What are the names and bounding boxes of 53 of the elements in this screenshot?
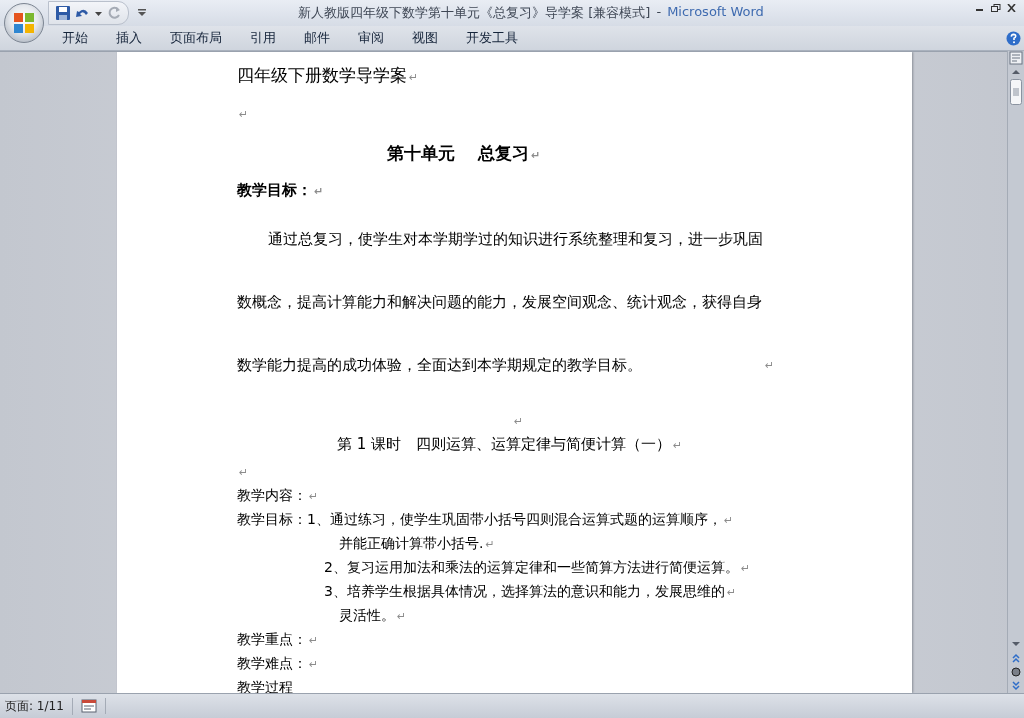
paragraph-mark: ↵ — [309, 490, 319, 503]
scroll-thumb[interactable] — [1010, 79, 1022, 105]
text-line: 2、复习运用加法和乘法的运算定律和一些简算方法进行简便运算。 — [324, 559, 739, 575]
save-icon[interactable] — [55, 5, 71, 21]
restore-icon[interactable] — [991, 4, 1001, 12]
office-button[interactable] — [4, 3, 44, 43]
paragraph-mark: ↵ — [726, 586, 737, 599]
customize-arrow-icon[interactable] — [137, 8, 147, 18]
paragraph-mark: ↵ — [397, 610, 407, 623]
text-line: 教学重点： — [237, 631, 307, 647]
text-line: 并能正确计算带小括号. — [339, 535, 484, 551]
window-title: 新人教版四年级下数学第十单元《总复习》导学案 [兼容模式] — [298, 4, 651, 22]
paragraph-mark: ↵ — [309, 658, 319, 671]
paragraph-mark: ↵ — [485, 538, 495, 551]
document-header: 四年级下册数学导学案 — [237, 65, 407, 85]
paragraph-mark: ↵ — [314, 185, 324, 198]
office-logo-icon — [12, 11, 36, 35]
app-name: Microsoft Word — [667, 4, 764, 21]
paragraph-mark: ↵ — [740, 562, 751, 575]
ribbon-tab[interactable]: 审阅 — [344, 29, 398, 47]
ribbon-tab[interactable]: 视图 — [398, 29, 452, 47]
text-line: 教学难点： — [237, 655, 307, 671]
ribbon-tab[interactable]: 页面布局 — [156, 29, 236, 47]
ribbon-tab[interactable]: 引用 — [236, 29, 290, 47]
paragraph-mark: ↵ — [409, 71, 419, 84]
text-line: 第 1 课时 四则运算、运算定律与简便计算（一） — [337, 435, 672, 453]
ruler-toggle-icon[interactable] — [1009, 51, 1023, 65]
ribbon-tab[interactable]: 邮件 — [290, 29, 344, 47]
paragraph-mark: ↵ — [723, 514, 734, 527]
paragraph-mark: ↵ — [514, 415, 524, 428]
vertical-scrollbar[interactable] — [1007, 51, 1024, 693]
ribbon-tab[interactable]: 插入 — [102, 29, 156, 47]
paragraph: 通过总复习，使学生对本学期学过的知识进行系统整理和复习，进一步巩固 数概念，提高计算能力和解决问题的能力，发展空间观念、统计观念，获得自身 数学能力提高的成功体验，全面达到本学期规定的教学目标。 — [237, 229, 763, 376]
paragraph-mark: ↵ — [239, 108, 249, 121]
select-browse-object-icon[interactable] — [1009, 665, 1023, 679]
ribbon-tab[interactable]: 开始 — [48, 29, 102, 47]
text-line: 教学目标：1、通过练习，使学生巩固带小括号四则混合运算式题的运算顺序， — [237, 511, 722, 527]
text-line: 教学内容： — [237, 487, 307, 503]
ribbon-tab[interactable]: 开发工具 — [452, 29, 532, 47]
paragraph-mark: ↵ — [765, 358, 775, 374]
text-line: 3、培养学生根据具体情况，选择算法的意识和能力，发展思维的 — [324, 583, 725, 599]
help-icon[interactable] — [1006, 30, 1021, 46]
paragraph-mark: ↵ — [673, 439, 683, 452]
page-count[interactable]: 页面: 1/11 — [0, 697, 73, 715]
text-line: 灵活性。 — [339, 607, 395, 623]
paragraph-mark: ↵ — [530, 149, 541, 162]
close-icon[interactable] — [1007, 4, 1016, 12]
document-heading: 第十单元 总复习 — [387, 143, 529, 163]
paragraph-mark: ↵ — [309, 634, 319, 647]
layout-icon[interactable] — [80, 699, 97, 713]
text-line: 教学目标： — [237, 181, 312, 199]
paragraph-mark: ↵ — [239, 466, 249, 479]
window-title-separator: - — [656, 4, 662, 21]
